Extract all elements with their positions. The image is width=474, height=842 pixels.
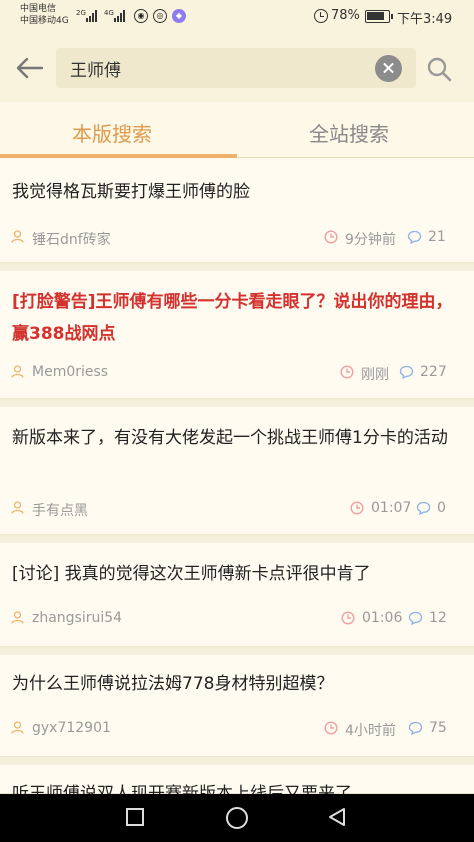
comment-count: 0	[437, 500, 446, 516]
user-icon	[11, 365, 24, 378]
tab-local-search[interactable]: 本版搜索	[72, 118, 152, 147]
carrier-1: 中国电信	[20, 4, 57, 14]
clock-icon	[341, 611, 355, 625]
post-time: 9分钟前	[345, 232, 396, 248]
comment-icon	[408, 721, 423, 735]
list-divider	[0, 647, 474, 655]
post-author[interactable]: Mem0riess	[32, 364, 108, 380]
user-icon	[11, 501, 24, 514]
status-bar: 中国电信 中国移动4G 2G 4G ◉ ◎ ◆ 78% 下午3:49	[0, 0, 474, 34]
post-title[interactable]: [讨论] 我真的觉得这次王师傅新卡点评很中肯了	[12, 558, 462, 590]
comment-icon	[408, 611, 423, 625]
battery-icon	[365, 10, 393, 23]
post-title[interactable]: 我觉得格瓦斯要打爆王师傅的脸	[12, 176, 462, 208]
back-button[interactable]	[327, 807, 347, 827]
carrier-info: 中国电信 中国移动4G	[20, 3, 69, 27]
clock-icon	[324, 721, 338, 735]
home-button[interactable]	[225, 806, 249, 830]
post-title[interactable]: [打脸警告]王师傅有哪些一分卡看走眼了？说出你的理由，赢388战网点	[12, 286, 462, 350]
search-icon[interactable]	[426, 56, 452, 82]
post-time: 4小时前	[345, 723, 396, 739]
comment-icon	[407, 230, 422, 244]
notification-icon: ◉	[134, 9, 148, 23]
user-icon	[11, 611, 24, 624]
user-icon	[11, 230, 24, 243]
post-time: 刚刚	[361, 367, 389, 383]
post-time: 01:06	[362, 610, 403, 626]
clock-icon	[340, 365, 354, 379]
list-divider	[0, 263, 474, 271]
status-time: 下午3:49	[397, 12, 453, 27]
comment-count: 75	[429, 720, 447, 736]
battery-percent: 78%	[331, 8, 360, 23]
search-scope-tabs: 本版搜索 全站搜索	[0, 102, 474, 158]
comment-count: 227	[420, 364, 447, 380]
tab-global-search[interactable]: 全站搜索	[309, 118, 389, 147]
comment-icon	[416, 501, 431, 515]
comment-count: 12	[429, 610, 447, 626]
search-input[interactable]	[70, 48, 360, 88]
carrier-2: 中国移动4G	[20, 16, 69, 26]
clock-icon	[324, 230, 338, 244]
post-author[interactable]: 手有点黑	[32, 500, 88, 520]
comment-count: 21	[428, 229, 446, 245]
post-title[interactable]: 为什么王师傅说拉法姆778身材特别超模？	[12, 668, 462, 700]
clear-search-button[interactable]	[375, 55, 402, 82]
post-author[interactable]: zhangsirui54	[32, 610, 122, 626]
list-divider	[0, 399, 474, 407]
alarm-icon	[314, 9, 328, 23]
list-divider	[0, 535, 474, 543]
list-divider	[0, 757, 474, 765]
back-arrow-icon[interactable]	[16, 56, 44, 80]
signal-2g-label: 2G	[76, 9, 86, 17]
signal-4g-label: 4G	[104, 9, 114, 17]
post-author[interactable]: gyx712901	[32, 720, 111, 736]
clock-icon	[350, 501, 364, 515]
active-tab-indicator	[0, 154, 237, 158]
user-icon	[11, 721, 24, 734]
post-author[interactable]: 锤石dnf砖家	[32, 229, 111, 249]
recent-apps-button[interactable]	[125, 807, 145, 827]
post-time: 01:07	[371, 500, 412, 516]
post-title[interactable]: 新版本来了，有没有大佬发起一个挑战王师傅1分卡的活动	[12, 422, 462, 454]
app-notification-icon: ◎	[153, 9, 167, 23]
comment-icon	[399, 365, 414, 379]
app-badge-icon: ◆	[172, 9, 186, 23]
